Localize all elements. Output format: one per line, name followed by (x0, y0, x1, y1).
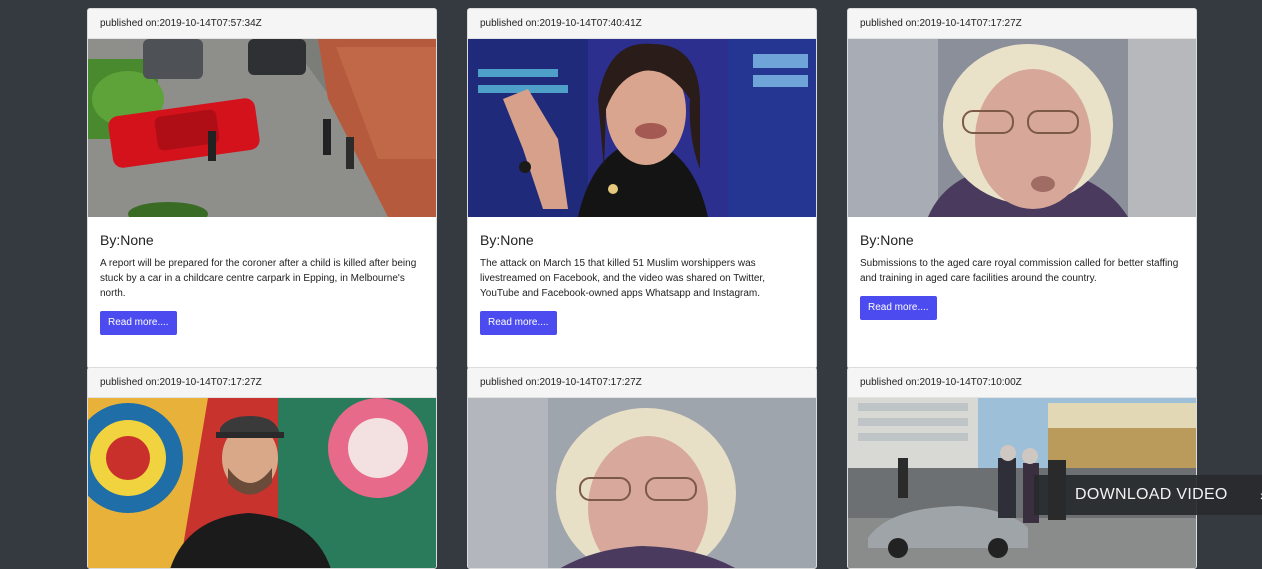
article-image[interactable] (468, 398, 816, 568)
speaker-portrait-icon (468, 39, 816, 217)
download-video-button[interactable]: DOWNLOAD VIDEO › (1034, 475, 1262, 515)
card-author: By:None (480, 232, 534, 248)
card-description: A report will be prepared for the corone… (100, 258, 417, 299)
elderly-woman-portrait-icon (848, 39, 1196, 217)
published-date: published on:2019-10-14T07:17:27Z (848, 9, 1196, 39)
news-card: published on:2019-10-14T07:17:27Z (467, 367, 817, 569)
news-card: published on:2019-10-14T07:40:41Z By:Non… (467, 8, 817, 369)
download-video-label: DOWNLOAD VIDEO (1075, 486, 1228, 503)
card-author: By:None (860, 232, 914, 248)
man-mural-portrait-icon (88, 398, 436, 568)
read-more-button[interactable]: Read more.... (860, 296, 937, 320)
article-image[interactable] (848, 39, 1196, 217)
news-card: published on:2019-10-14T07:57:34Z By:Non… (87, 8, 437, 369)
article-image[interactable] (88, 398, 436, 568)
card-author: By:None (100, 232, 154, 248)
read-more-button[interactable]: Read more.... (100, 311, 177, 335)
news-card: published on:2019-10-14T07:10:00Z (847, 367, 1197, 569)
read-more-button[interactable]: Read more.... (480, 311, 557, 335)
red-car-carpark-icon (88, 39, 436, 217)
published-date: published on:2019-10-14T07:17:27Z (468, 368, 816, 398)
article-image[interactable] (468, 39, 816, 217)
article-image[interactable] (88, 39, 436, 217)
elderly-woman-portrait-icon (468, 398, 816, 568)
news-card: published on:2019-10-14T07:17:27Z (87, 367, 437, 569)
published-date: published on:2019-10-14T07:17:27Z (88, 368, 436, 398)
card-description: Submissions to the aged care royal commi… (860, 258, 1179, 284)
published-date: published on:2019-10-14T07:57:34Z (88, 9, 436, 39)
published-date: published on:2019-10-14T07:10:00Z (848, 368, 1196, 398)
news-card: published on:2019-10-14T07:17:27Z By:Non… (847, 8, 1197, 369)
news-grid: published on:2019-10-14T07:57:34Z By:Non… (0, 0, 1262, 569)
card-description: The attack on March 15 that killed 51 Mu… (480, 258, 765, 299)
published-date: published on:2019-10-14T07:40:41Z (468, 9, 816, 39)
